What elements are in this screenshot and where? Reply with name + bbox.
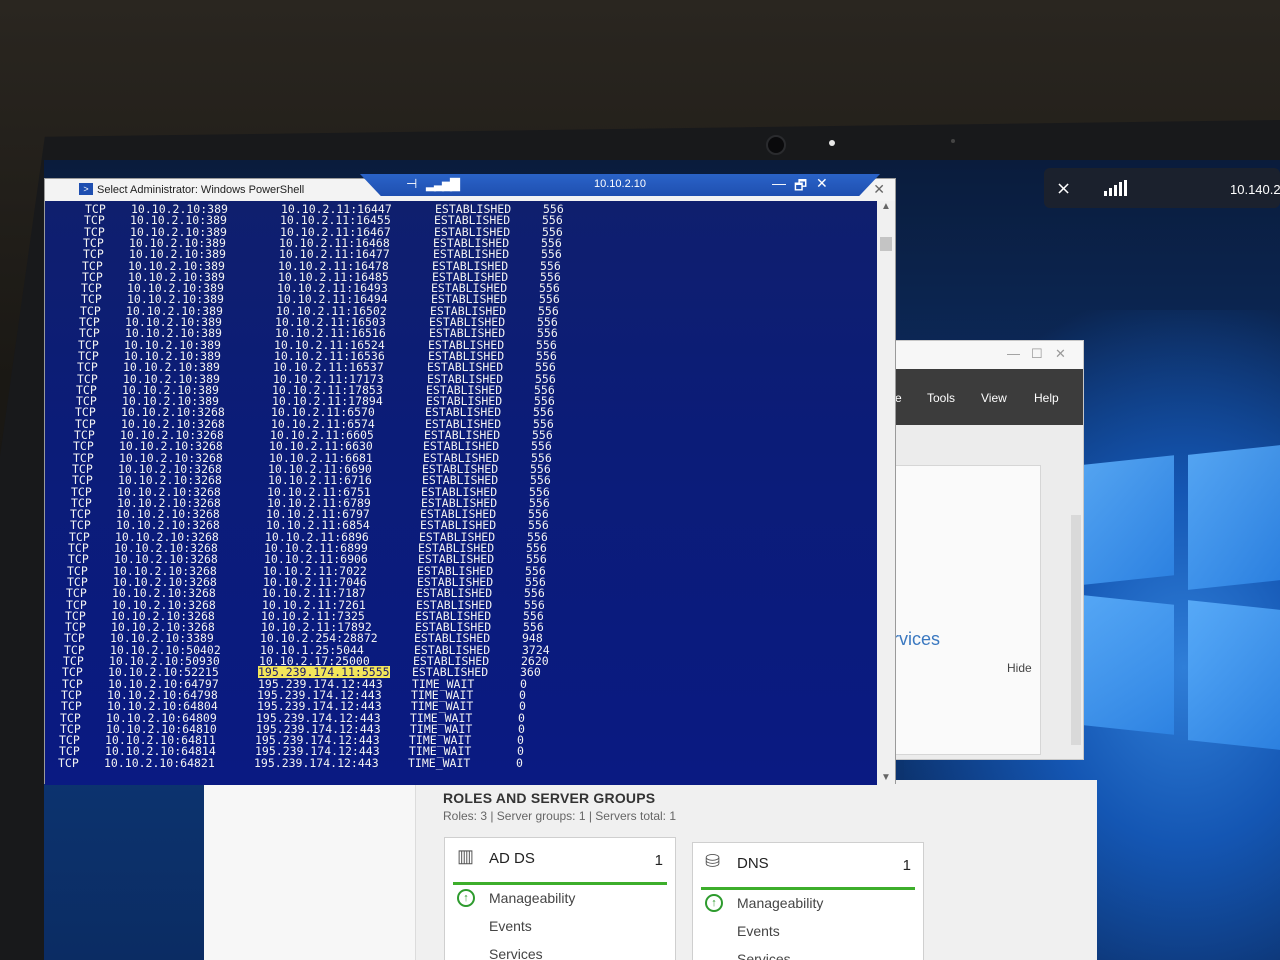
hide-link[interactable]: Hide [1007, 661, 1032, 675]
windows-logo-pane [1188, 600, 1280, 750]
ok-arrow-icon: ↑ [457, 889, 475, 907]
status-bar [701, 887, 915, 890]
close-button[interactable]: ✕ [816, 175, 828, 192]
minimize-button[interactable]: — [772, 175, 786, 191]
tile-count: 1 [902, 857, 911, 874]
netstat-state: TIME_WAIT [408, 755, 471, 770]
tile-item-services[interactable]: Services [737, 951, 791, 960]
minimize-button[interactable]: — [1007, 346, 1020, 361]
powershell-icon: > [79, 183, 93, 195]
tile-name[interactable]: AD DS [489, 850, 535, 867]
netstat-foreign-address: 195.239.174.12:443 [254, 755, 379, 770]
ad-ds-icon: ▥ [457, 846, 475, 866]
role-tile-ad-ds[interactable]: ▥ AD DS 1 ↑ Manageability Events Service… [444, 837, 676, 960]
tile-item-manageability[interactable]: Manageability [489, 890, 575, 906]
console-scrollbar[interactable]: ▲ ▼ [877, 201, 895, 785]
role-tile-dns[interactable]: ⛁ DNS 1 ↑ Manageability Events Services [692, 842, 924, 960]
scrollbar[interactable] [1071, 515, 1081, 745]
tile-count: 1 [654, 852, 663, 869]
webcam-led [829, 140, 835, 146]
netstat-local-address: 10.10.2.10:64821 [104, 755, 215, 770]
tile-item-manageability[interactable]: Manageability [737, 895, 823, 911]
welcome-panel [891, 465, 1041, 755]
local-status-tray: ⨯ 10.140.2 [1044, 168, 1280, 208]
windows-logo-pane [1188, 445, 1280, 590]
scroll-thumb[interactable] [880, 237, 892, 251]
roles-summary: Roles: 3 | Server groups: 1 | Servers to… [443, 809, 677, 823]
powershell-window[interactable]: > Select Administrator: Windows PowerShe… [44, 178, 896, 785]
server-manager-body: rvices Hide [885, 425, 1083, 759]
server-manager-window[interactable]: — ☐ ✕ e Tools View Help rvices Hide [884, 340, 1084, 760]
dashboard-nav-pane [204, 780, 416, 960]
restore-button[interactable]: 🗗 [794, 175, 807, 196]
close-button[interactable]: ✕ [1055, 346, 1066, 362]
netstat-pid: 0 [516, 755, 523, 770]
pin-off-icon[interactable]: ⨯ [1056, 178, 1071, 199]
maximize-button[interactable]: ☐ [1031, 346, 1043, 362]
tile-item-services[interactable]: Services [489, 946, 543, 960]
scroll-up-icon[interactable]: ▲ [881, 201, 891, 212]
menu-item-view[interactable]: View [981, 391, 1007, 405]
signal-bars-icon [1104, 180, 1127, 196]
add-services-link[interactable]: rvices [893, 629, 940, 650]
mic-dot [951, 139, 955, 143]
tile-item-events[interactable]: Events [489, 918, 532, 934]
server-manager-titlebar: — ☐ ✕ [885, 341, 1083, 369]
ok-arrow-icon: ↑ [705, 894, 723, 912]
server-manager-menubar: e Tools View Help [885, 369, 1083, 425]
powershell-console[interactable]: TCP 10.10.2.10:389 10.10.2.11:16447 ESTABLI… [45, 201, 879, 785]
roles-heading: ROLES AND SERVER GROUPS [443, 790, 656, 806]
laptop-screen: ⨯ 10.140.2 — ☐ ✕ e Tools View Help rvice… [44, 160, 1280, 960]
remote-desktop-bar[interactable]: ⊣ ▂▃▅▇ 10.10.2.10 — 🗗 ✕ [360, 174, 880, 196]
netstat-row: TCP 10.10.2.10:64821 195.239.174.12:443 TIM… [45, 757, 879, 769]
tile-name[interactable]: DNS [737, 855, 769, 872]
netstat-proto: TCP [58, 755, 79, 770]
server-manager-dashboard: ROLES AND SERVER GROUPS Roles: 3 | Serve… [204, 780, 1097, 960]
tile-item-events[interactable]: Events [737, 923, 780, 939]
windows-logo-pane [1084, 595, 1174, 735]
windows-logo-pane [1084, 455, 1174, 585]
webcam [766, 135, 786, 155]
scroll-down-icon[interactable]: ▼ [881, 772, 891, 783]
status-bar [453, 882, 667, 885]
menu-item-partial[interactable]: e [895, 391, 902, 405]
local-ip-label: 10.140.2 [1230, 182, 1280, 197]
close-button[interactable]: ✕ [873, 181, 885, 198]
powershell-title: Select Administrator: Windows PowerShell [97, 184, 305, 196]
dns-icon: ⛁ [705, 851, 721, 871]
menu-item-tools[interactable]: Tools [927, 391, 955, 405]
menu-item-help[interactable]: Help [1034, 391, 1059, 405]
